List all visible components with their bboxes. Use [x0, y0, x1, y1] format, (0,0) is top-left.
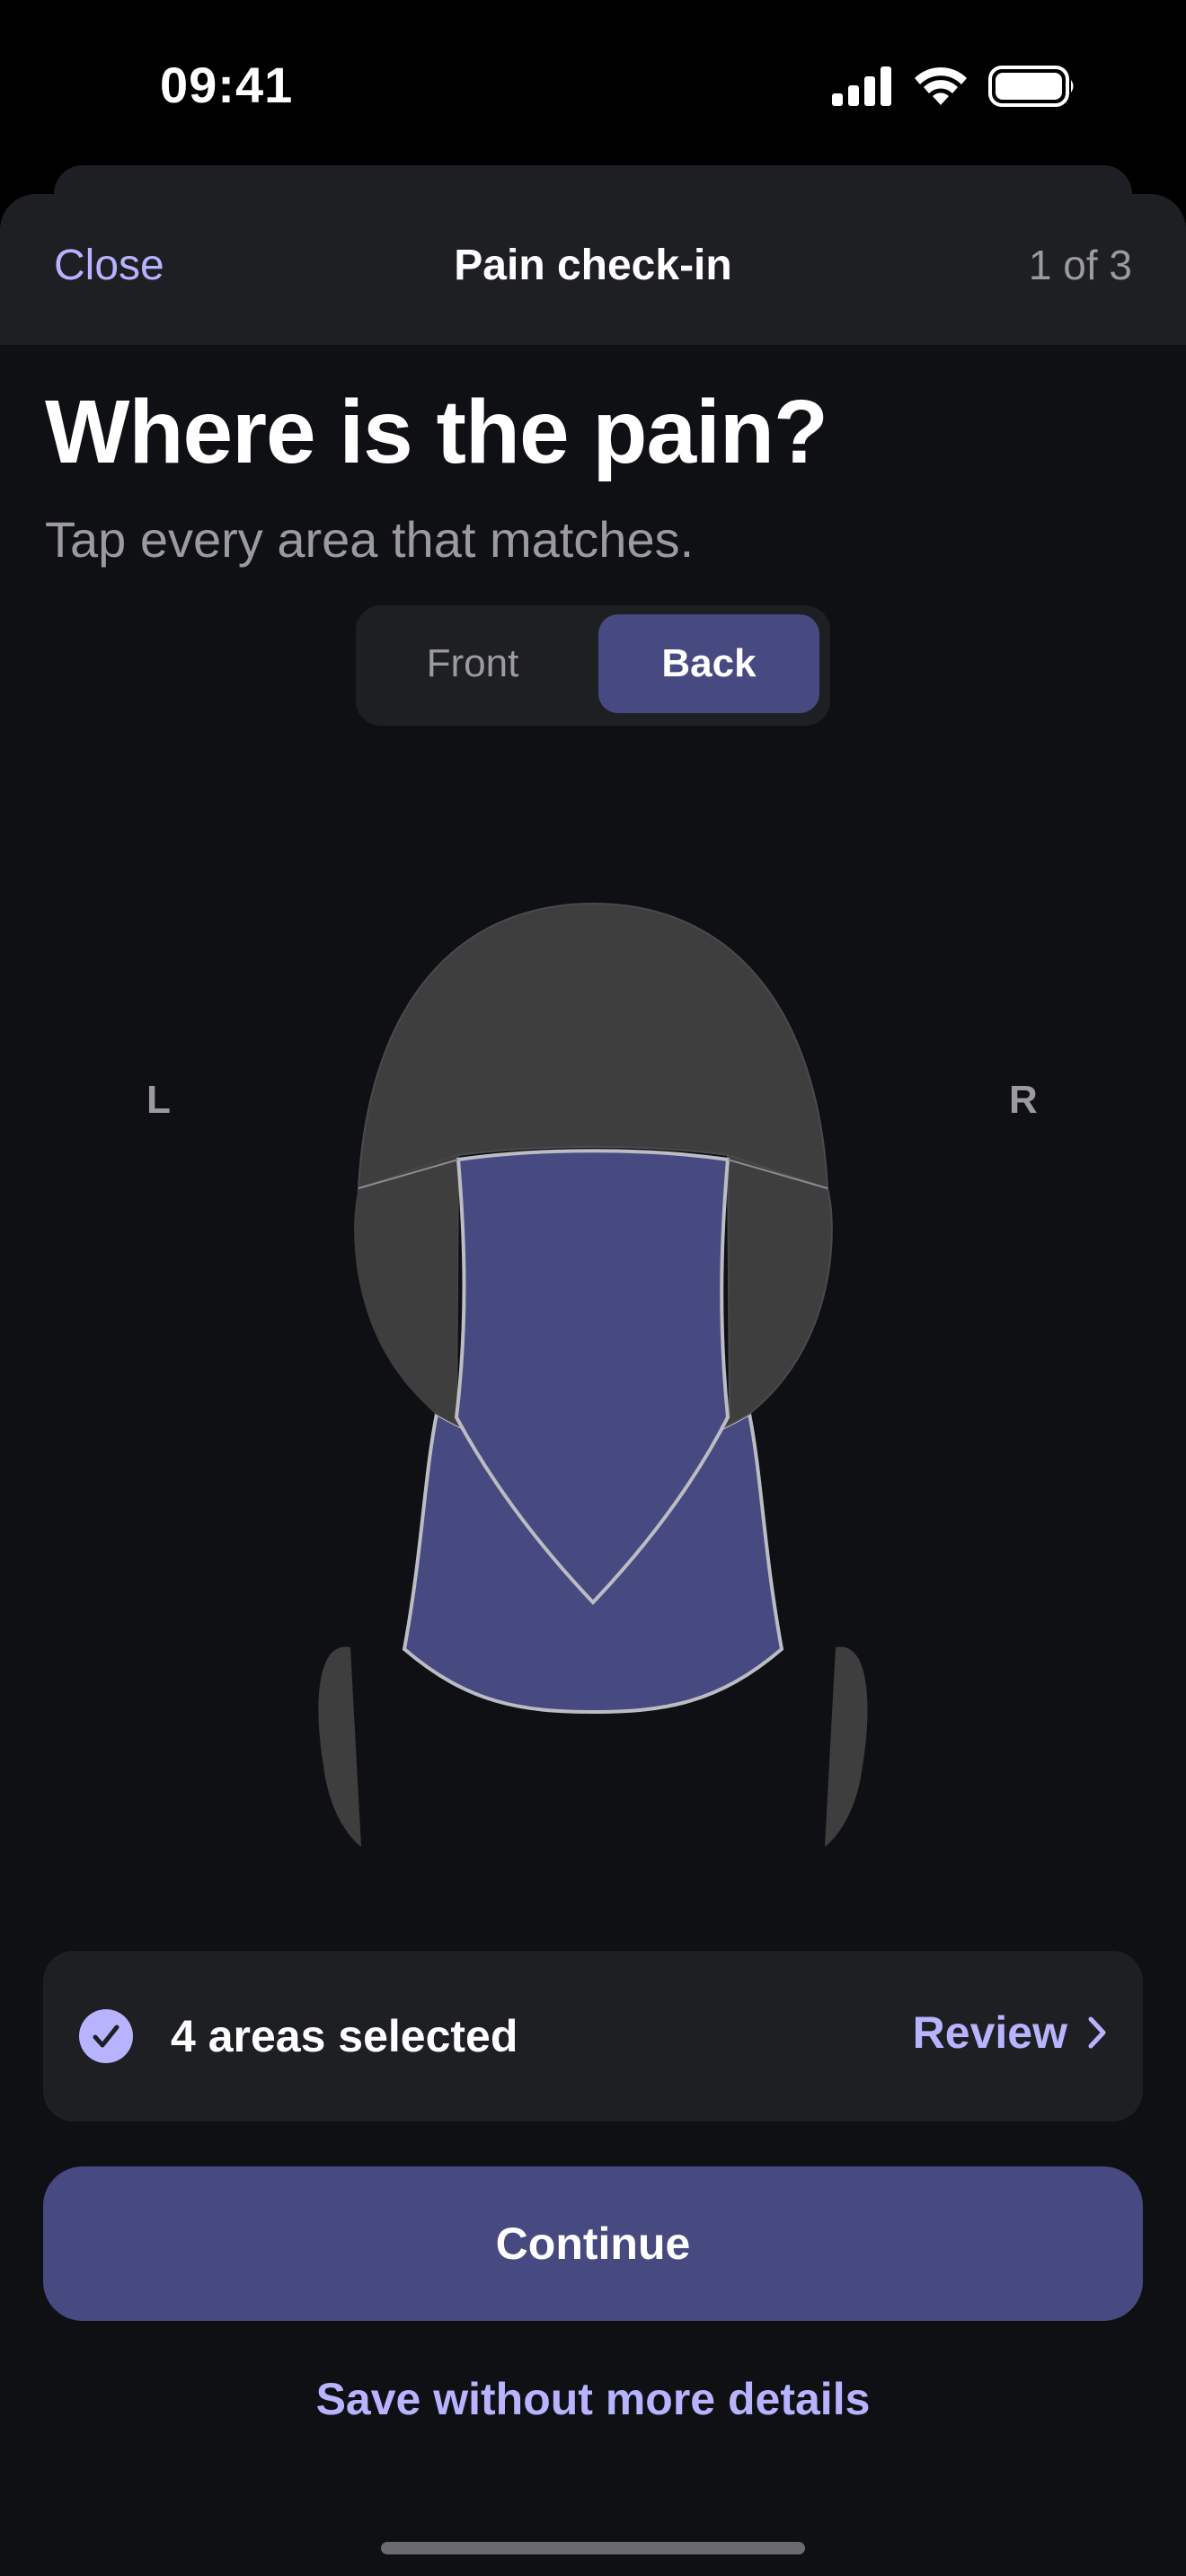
head-back-body-map — [318, 902, 868, 1847]
region-left-ear[interactable] — [318, 1646, 361, 1847]
chevron-right-icon — [1088, 2016, 1106, 2049]
status-bar: 09:41 — [0, 0, 1186, 171]
battery-icon — [988, 66, 1074, 107]
left-side-label: L — [146, 1078, 171, 1122]
selection-count-text: 4 areas selected — [171, 2011, 518, 2061]
review-label: Review — [912, 2007, 1067, 2058]
region-crown[interactable] — [357, 902, 829, 1190]
toggle-front[interactable]: Front — [367, 614, 579, 713]
checkmark-circle-icon — [79, 2009, 133, 2063]
continue-button[interactable]: Continue — [43, 2166, 1143, 2321]
pain-checkin-sheet: Close Pain check-in 1 of 3 Where is the … — [0, 194, 1186, 2576]
save-without-details-link[interactable]: Save without more details — [0, 2373, 1186, 2425]
view-toggle: Front Back — [356, 605, 830, 726]
nav-title: Pain check-in — [454, 242, 732, 289]
status-icons — [832, 63, 1076, 110]
step-indicator: 1 of 3 — [1028, 242, 1132, 288]
right-side-label: R — [1009, 1078, 1038, 1122]
page-subtitle: Tap every area that matches. — [45, 511, 695, 568]
nav-bar: Close Pain check-in 1 of 3 — [0, 194, 1186, 345]
review-link[interactable]: Review — [913, 2007, 1107, 2059]
page-title: Where is the pain? — [45, 382, 828, 482]
status-time: 09:41 — [160, 57, 294, 113]
wifi-icon — [915, 66, 967, 105]
toggle-back[interactable]: Back — [598, 614, 819, 713]
region-right-ear[interactable] — [825, 1646, 868, 1847]
selection-summary-card[interactable]: 4 areas selected Review — [43, 1951, 1143, 2122]
home-indicator[interactable] — [381, 2542, 805, 2554]
cellular-signal-icon — [832, 66, 891, 106]
